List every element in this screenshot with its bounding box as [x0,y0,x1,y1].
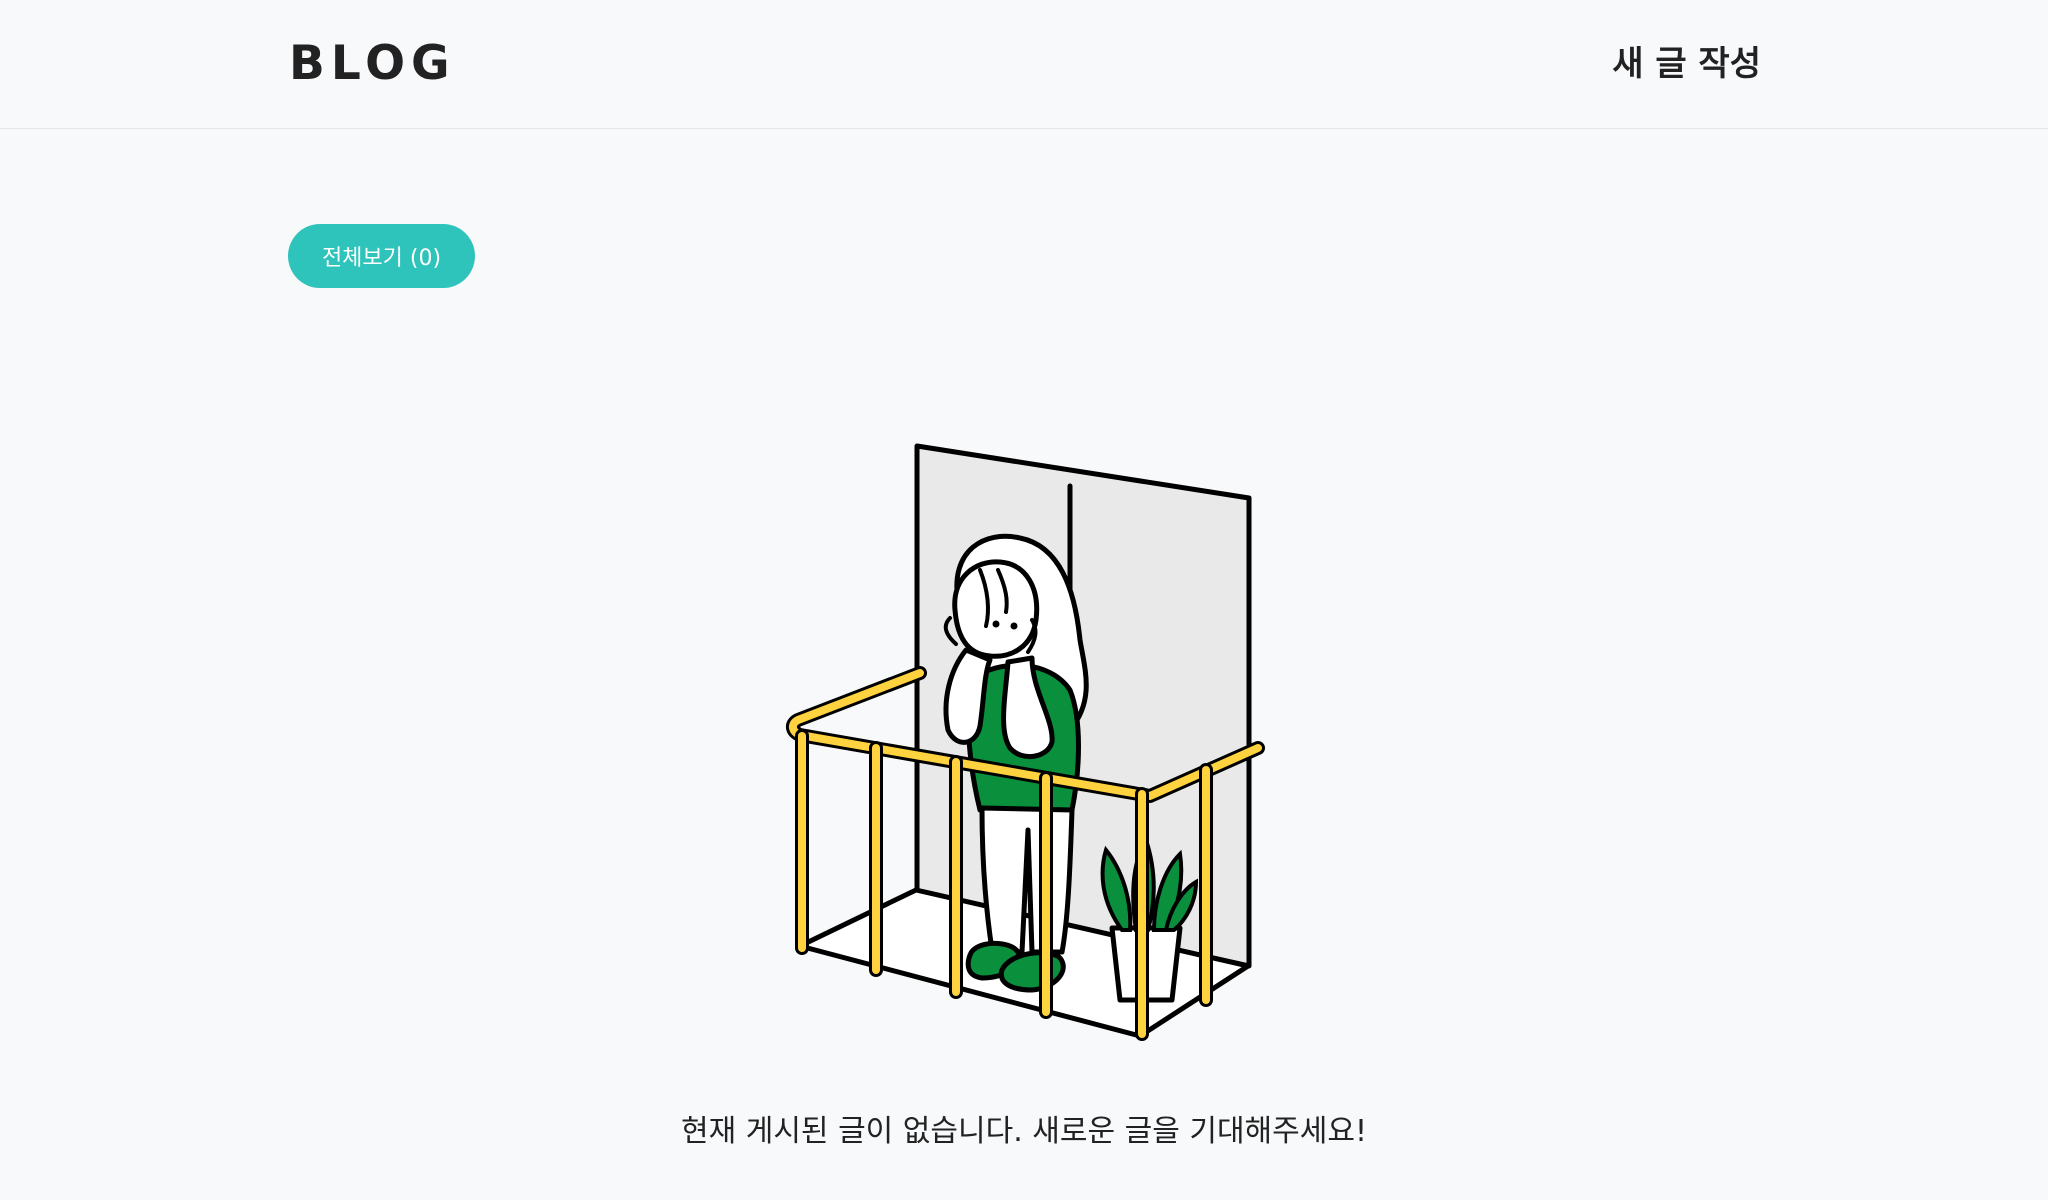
empty-state-message: 현재 게시된 글이 없습니다. 새로운 글을 기대해주세요! [681,1114,1367,1149]
person-face [952,559,1040,659]
person-on-balcony-illustration [786,443,1265,1041]
new-post-link[interactable]: 새 글 작성 [1612,40,1761,88]
person-shoe-right [998,950,1066,993]
filter-all-button[interactable]: 전체보기 (0) [288,224,475,288]
top-nav: BLOG 새 글 작성 [0,0,2048,129]
blog-logo[interactable]: BLOG [289,34,456,94]
person-eye-right [1010,622,1018,630]
person-eye-left [992,620,1000,628]
